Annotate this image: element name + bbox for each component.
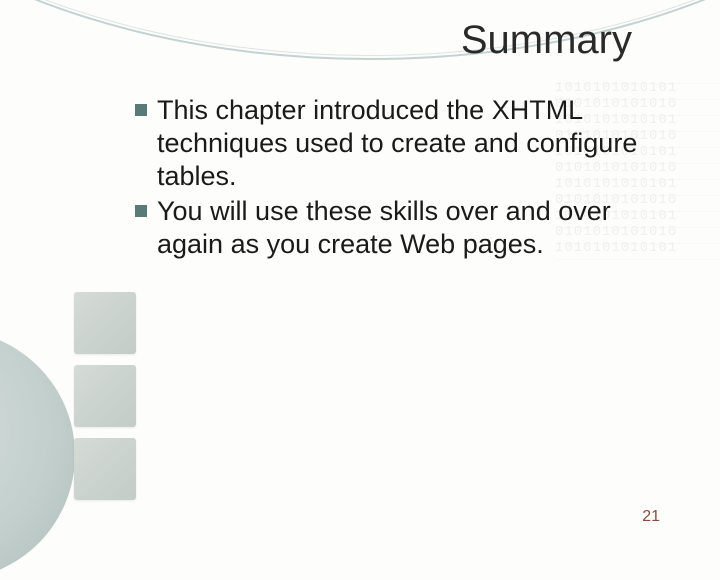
page-number: 21 — [642, 508, 660, 526]
bullet-text: This chapter introduced the XHTML techni… — [157, 94, 680, 193]
decorative-square-3 — [74, 438, 136, 500]
decorative-square-2 — [74, 365, 136, 427]
bullet-item: This chapter introduced the XHTML techni… — [135, 94, 680, 193]
bullet-item: You will use these skills over and over … — [135, 195, 680, 261]
decorative-square-1 — [74, 292, 136, 354]
bullet-text: You will use these skills over and over … — [157, 195, 680, 261]
square-bullet-icon — [135, 104, 147, 116]
slide-title: Summary — [461, 18, 632, 63]
content-area: This chapter introduced the XHTML techni… — [135, 94, 680, 263]
decorative-left-circle — [0, 330, 75, 580]
square-bullet-icon — [135, 205, 147, 217]
